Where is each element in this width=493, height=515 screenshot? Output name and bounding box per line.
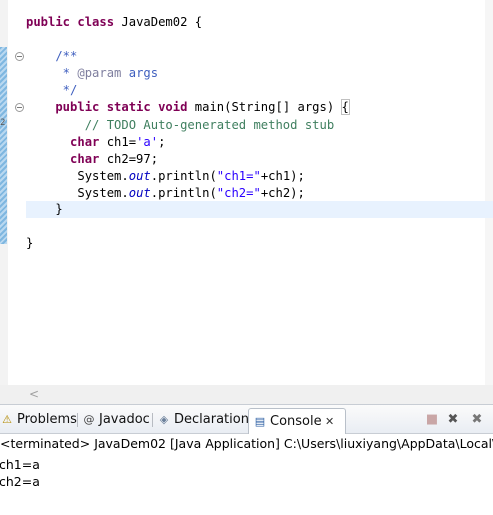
code-token: ; xyxy=(158,135,166,149)
code-token: 'a' xyxy=(136,135,159,149)
code-token: System. xyxy=(26,169,129,183)
code-token: char xyxy=(26,135,100,149)
code-token: +ch1); xyxy=(260,169,305,183)
code-token: @param xyxy=(77,66,122,80)
code-token: ch2=97; xyxy=(99,152,159,166)
code-token: * xyxy=(26,66,78,80)
tab-separator xyxy=(77,413,78,427)
view-tab-bar: ⚠ Problems @ Javadoc ◈ Declaration ▤ Con… xyxy=(0,404,493,435)
quick-diff-change-bar xyxy=(0,47,7,244)
annotation-marker-icon: 2 xyxy=(0,118,6,128)
code-editor[interactable]: 2 public class JavaDem02 { /** * @param … xyxy=(0,0,493,385)
tab-javadoc[interactable]: @ Javadoc xyxy=(82,410,150,430)
declaration-icon: ◈ xyxy=(159,413,169,426)
tab-label: Javadoc xyxy=(99,412,150,427)
remove-all-icon[interactable]: ✖ xyxy=(470,413,484,427)
problems-icon: ⚠ xyxy=(2,413,12,426)
remove-launch-icon[interactable]: ✖ xyxy=(446,413,460,427)
javadoc-icon: @ xyxy=(83,413,95,426)
code-line-javadoc-param: * @param args xyxy=(26,65,158,82)
code-line-main-decl: public static void main(String[] args) { xyxy=(26,99,350,116)
tab-label: Console xyxy=(270,414,322,429)
fold-toggle-icon[interactable] xyxy=(15,52,24,61)
code-line-method-close: } xyxy=(26,201,63,218)
terminate-icon[interactable]: ■ xyxy=(425,413,439,427)
tab-label: Problems xyxy=(17,412,77,427)
code-token: JavaDem02 { xyxy=(121,15,203,29)
code-token: /** xyxy=(26,49,78,63)
overview-ruler[interactable] xyxy=(485,0,493,385)
code-line-todo-comment: // TODO Auto-generated method stub xyxy=(26,117,335,134)
code-token: ch1= xyxy=(99,135,137,149)
tab-console[interactable]: ▤ Console ✕ xyxy=(248,408,346,435)
tab-label: Declaration xyxy=(174,412,249,427)
code-line-javadoc-open: /** xyxy=(26,48,77,65)
code-line-ch2-decl: char ch2=97; xyxy=(26,151,158,168)
code-token: "ch2=" xyxy=(216,186,261,200)
editor-horizontal-scrollbar[interactable]: < xyxy=(0,385,493,404)
code-token: args xyxy=(121,66,159,80)
code-line-class-decl: public class JavaDem02 { xyxy=(26,14,202,31)
fold-toggle-icon[interactable] xyxy=(15,103,24,112)
console-output-line: ch1=a xyxy=(0,457,40,472)
code-token: { xyxy=(340,99,350,115)
code-token: main(String[] args) xyxy=(187,100,342,114)
console-icon: ▤ xyxy=(254,415,266,428)
code-token: // TODO Auto-generated method stub xyxy=(26,118,335,132)
code-token: */ xyxy=(26,83,78,97)
code-token: public static void xyxy=(26,100,188,114)
code-token: out xyxy=(128,169,151,183)
code-line-ch1-decl: char ch1='a'; xyxy=(26,134,165,151)
code-line-println-ch2: System.out.println("ch2="+ch2); xyxy=(26,185,305,202)
scroll-left-arrow-icon[interactable]: < xyxy=(29,387,39,401)
code-token: "ch1=" xyxy=(216,169,261,183)
tab-declaration[interactable]: ◈ Declaration xyxy=(157,410,249,430)
console-process-title: <terminated> JavaDem02 [Java Application… xyxy=(0,434,493,454)
console-output-line: ch2=a xyxy=(0,474,40,489)
code-token: .println( xyxy=(150,169,217,183)
close-icon[interactable]: ✕ xyxy=(325,412,334,432)
tab-separator xyxy=(152,413,153,427)
code-line-println-ch1: System.out.println("ch1="+ch1); xyxy=(26,168,305,185)
code-token: .println( xyxy=(150,186,217,200)
tab-problems[interactable]: ⚠ Problems xyxy=(0,410,77,430)
current-line-highlight xyxy=(26,201,493,218)
code-token: public class xyxy=(26,15,115,29)
code-token: +ch2); xyxy=(260,186,305,200)
code-token: } xyxy=(26,236,34,250)
code-line-javadoc-close: */ xyxy=(26,82,78,99)
code-token: System. xyxy=(26,186,129,200)
code-token: } xyxy=(26,202,63,216)
console-output[interactable]: ch1=a ch2=a xyxy=(0,454,493,515)
code-line-class-close: } xyxy=(26,235,33,252)
code-token: char xyxy=(26,152,100,166)
code-token: out xyxy=(128,186,151,200)
